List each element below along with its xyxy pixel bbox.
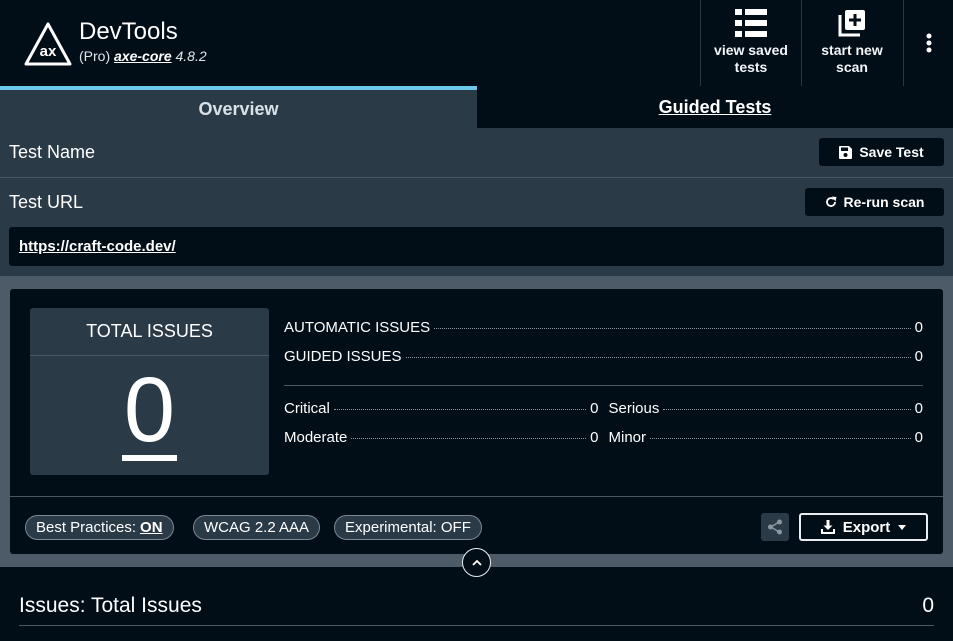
summary-footer: Best Practices: ON WCAG 2.2 AAA Experimen… [10,496,943,554]
app-title: DevTools [79,18,178,45]
test-url-row: Test URL Re-run scan https://craft-code.… [0,178,953,276]
issues-count: 0 [922,594,934,617]
serious-row: Serious 0 [608,400,924,417]
download-icon [820,520,835,534]
save-test-button[interactable]: Save Test [819,138,944,166]
test-url-link[interactable]: https://craft-code.dev/ [19,238,176,255]
test-url-label: Test URL [9,192,84,212]
issues-title: Issues: Total Issues [19,594,202,617]
axe-core-link[interactable]: axe-core [114,48,172,64]
critical-count: 0 [590,400,599,417]
rerun-scan-label: Re-run scan [843,194,925,210]
app-header: ax DevTools (Pro) axe-core 4.8.2 view sa… [0,0,953,86]
axe-logo-icon: ax [24,22,72,66]
app-version-info: (Pro) axe-core 4.8.2 [79,48,207,64]
test-info-panel: Test Name Save Test Test URL Re-run scan… [0,128,953,276]
automatic-issues-row: AUTOMATIC ISSUES 0 [284,319,923,336]
test-url-field: https://craft-code.dev/ [9,227,944,266]
serious-count: 0 [914,400,923,417]
more-options-button[interactable] [903,0,953,86]
automatic-issues-count: 0 [914,319,923,336]
minor-count: 0 [914,429,923,446]
chevron-up-icon [471,559,482,566]
guided-issues-count: 0 [914,348,923,365]
save-icon [839,145,853,159]
share-button[interactable] [761,513,789,541]
summary-section: TOTAL ISSUES 0 AUTOMATIC ISSUES 0 GUIDED … [0,276,953,567]
moderate-row: Moderate 0 [284,429,599,446]
best-practices-value[interactable]: ON [140,519,163,536]
collapse-summary-button[interactable] [462,548,491,577]
experimental-chip[interactable]: Experimental: OFF [334,515,482,540]
issues-header: Issues: Total Issues 0 [19,590,934,626]
guided-issues-row: GUIDED ISSUES 0 [284,348,923,365]
critical-row: Critical 0 [284,400,599,417]
total-issues-count[interactable]: 0 [30,360,269,461]
divider [284,385,923,386]
save-test-label: Save Test [859,144,924,160]
test-name-row: Test Name Save Test [0,128,953,178]
refresh-icon [825,196,837,207]
view-saved-tests-button[interactable]: view saved tests [700,0,801,86]
add-copy-icon [838,10,865,37]
share-icon [768,519,782,535]
tab-guided-tests[interactable]: Guided Tests [477,86,953,128]
caret-down-icon [898,524,907,530]
minor-row: Minor 0 [608,429,924,446]
issue-counts: AUTOMATIC ISSUES 0 GUIDED ISSUES 0 Critica… [284,319,923,458]
wcag-standard-chip[interactable]: WCAG 2.2 AAA [193,515,321,540]
export-label: Export [842,518,891,536]
view-saved-tests-label: view saved tests [714,42,788,75]
list-icon [735,9,767,37]
test-name-label: Test Name [9,142,96,162]
best-practices-chip[interactable]: Best Practices: ON [25,515,174,540]
rerun-scan-button[interactable]: Re-run scan [805,188,944,216]
start-new-scan-button[interactable]: start new scan [801,0,902,86]
moderate-count: 0 [590,429,599,446]
kebab-menu-icon [926,33,931,53]
start-new-scan-label: start new scan [821,42,883,75]
tab-bar: Overview Guided Tests [0,86,953,128]
svg-text:ax: ax [40,43,57,60]
total-issues-box: TOTAL ISSUES 0 [30,308,269,475]
version-label: 4.8.2 [175,48,207,64]
edition-label: (Pro) [79,48,111,64]
total-issues-title: TOTAL ISSUES [30,308,269,356]
issues-summary-card: TOTAL ISSUES 0 AUTOMATIC ISSUES 0 GUIDED … [10,289,943,554]
tab-overview[interactable]: Overview [0,86,477,128]
export-button[interactable]: Export [799,513,928,541]
